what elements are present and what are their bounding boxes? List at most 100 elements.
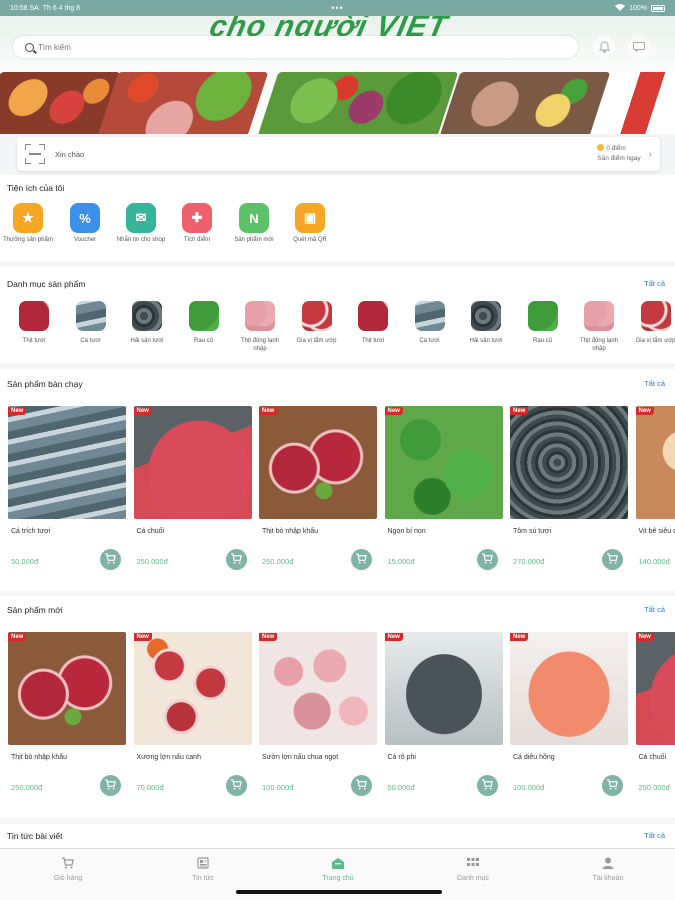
add-to-cart-button[interactable]: [225, 775, 247, 796]
category-label: Hải sản tươi: [130, 338, 164, 344]
message-icon[interactable]: [628, 36, 650, 58]
categories-see-all[interactable]: Tất cả: [644, 279, 665, 288]
news-see-all[interactable]: Tất cả: [644, 831, 665, 840]
add-to-cart-button[interactable]: [351, 775, 372, 796]
greeting-card[interactable]: Xin chào 0 điểm Săn điểm ngay ›: [17, 137, 660, 171]
category-item[interactable]: Rau củ: [179, 301, 229, 346]
category-item[interactable]: Rau củ: [518, 301, 568, 346]
utility-1[interactable]: % Voucher: [60, 203, 110, 244]
qr-scan-icon[interactable]: [25, 144, 45, 164]
product-card[interactable]: New Thịt bò nhập khẩu 250.000đ: [8, 632, 126, 810]
points-link[interactable]: Săn điểm ngay: [597, 154, 640, 164]
multitask-dots[interactable]: •••: [331, 3, 343, 13]
product-name[interactable]: Ngọn bí non: [388, 528, 426, 535]
new-badge: New: [384, 407, 403, 415]
product-card[interactable]: New Cá chuối 250.000đ: [635, 632, 675, 810]
product-image[interactable]: [384, 632, 503, 745]
utility-0[interactable]: ★ Thưởng sản phẩm: [3, 203, 53, 244]
hero-banner[interactable]: cho người VIỆT: [0, 16, 675, 134]
utility-4[interactable]: N Sản phẩm mới: [229, 203, 279, 244]
product-card[interactable]: New Cá chuối 250.000đ: [133, 406, 252, 584]
product-card[interactable]: New Cá rô phi 50.000đ: [384, 632, 503, 810]
category-item[interactable]: Hải sản tươi: [461, 301, 511, 346]
home-indicator[interactable]: [236, 890, 442, 894]
add-to-cart-button[interactable]: [476, 549, 498, 570]
category-image: [132, 301, 162, 331]
product-card[interactable]: New Cá trích tươi 50.000đ: [8, 406, 126, 584]
search-input[interactable]: [38, 42, 518, 52]
category-item[interactable]: Cá tươi: [66, 301, 116, 346]
utilities-title: Tiện ích của tôi: [7, 183, 65, 193]
product-card[interactable]: New Xương lợn nấu canh 70.000đ: [133, 632, 252, 810]
tab-categories[interactable]: Danh mục: [433, 855, 513, 882]
utility-3[interactable]: ✚ Tích điểm: [172, 203, 222, 244]
product-name[interactable]: Tôm sú tươi: [513, 528, 551, 535]
add-to-cart-button[interactable]: [351, 549, 372, 570]
category-item[interactable]: Thịt tươi: [348, 301, 398, 346]
product-name[interactable]: Xương lợn nấu canh: [137, 754, 201, 761]
category-label: Thịt tươi: [22, 338, 46, 344]
product-name[interactable]: Cá chuối: [639, 754, 667, 761]
category-item[interactable]: Gia vị tẩm ướp: [292, 301, 342, 346]
utility-2[interactable]: ✉ Nhắn tin cho shop: [116, 203, 166, 244]
product-image[interactable]: [8, 632, 126, 745]
product-card[interactable]: New Sườn lợn nấu chua ngọt 100.000đ: [259, 632, 377, 810]
category-item[interactable]: Cá tươi: [405, 301, 455, 346]
product-image[interactable]: [259, 406, 377, 519]
product-name[interactable]: Vịt bê siêu căn: [639, 528, 675, 535]
product-card[interactable]: New Cá diêu hồng 100.000đ: [510, 632, 628, 810]
product-name[interactable]: Sườn lợn nấu chua ngọt: [262, 754, 338, 761]
chevron-right-icon[interactable]: ›: [649, 149, 652, 160]
category-item[interactable]: Hải sản tươi: [122, 301, 172, 346]
category-item[interactable]: Gia vị tẩm ướp: [631, 301, 675, 346]
product-card[interactable]: New Vịt bê siêu căn 140.000đ: [635, 406, 675, 584]
product-name[interactable]: Cá diêu hồng: [513, 754, 555, 761]
category-image: [527, 301, 558, 331]
product-image[interactable]: [259, 632, 377, 745]
add-to-cart-button[interactable]: [602, 549, 623, 570]
product-image[interactable]: [510, 406, 628, 519]
product-card[interactable]: New Thịt bò nhập khẩu 250.000đ: [259, 406, 377, 584]
add-to-cart-button[interactable]: [225, 549, 247, 570]
product-name[interactable]: Thịt bò nhập khẩu: [262, 528, 318, 535]
category-label: Cá tươi: [80, 338, 101, 344]
product-image[interactable]: [384, 406, 503, 519]
product-name[interactable]: Cá rô phi: [388, 754, 416, 761]
category-item[interactable]: Thịt đông lạnh nhập: [574, 301, 624, 353]
product-card[interactable]: New Tôm sú tươi 270.000đ: [510, 406, 628, 584]
category-image: [75, 301, 106, 331]
product-image[interactable]: [8, 406, 126, 519]
home-icon: [298, 855, 378, 871]
new-badge: New: [510, 407, 529, 415]
new-badge: New: [259, 407, 278, 415]
category-item[interactable]: Thịt tươi: [9, 301, 59, 346]
notification-bell-icon[interactable]: [593, 36, 615, 58]
new-products-see-all[interactable]: Tất cả: [644, 605, 665, 614]
search-bar[interactable]: [13, 36, 578, 58]
product-price: 50.000đ: [11, 557, 39, 566]
new-badge: New: [8, 407, 27, 415]
product-name[interactable]: Cá chuối: [137, 528, 165, 535]
utility-5[interactable]: ▣ Quét mã QR: [285, 203, 335, 244]
product-image[interactable]: [133, 632, 252, 745]
product-price: 70.000đ: [136, 783, 164, 792]
product-image[interactable]: [510, 632, 628, 745]
tab-account[interactable]: Tài khoản: [568, 855, 648, 882]
add-to-cart-button[interactable]: [602, 775, 623, 796]
add-to-cart-button[interactable]: [100, 775, 121, 796]
product-card[interactable]: New Ngọn bí non 15.000đ: [384, 406, 503, 584]
product-image[interactable]: [133, 406, 252, 519]
new-badge: New: [259, 633, 278, 641]
best-sellers-see-all[interactable]: Tất cả: [644, 379, 665, 388]
points-block[interactable]: 0 điểm Săn điểm ngay: [597, 144, 641, 164]
add-to-cart-button[interactable]: [476, 775, 498, 796]
add-to-cart-button[interactable]: [100, 549, 121, 570]
category-item[interactable]: Thịt đông lạnh nhập: [235, 301, 285, 353]
product-name[interactable]: Thịt bò nhập khẩu: [11, 754, 67, 761]
product-image[interactable]: [635, 406, 675, 519]
product-name[interactable]: Cá trích tươi: [11, 528, 50, 535]
tab-cart[interactable]: Giỏ hàng: [28, 855, 108, 882]
tab-home[interactable]: Trang chủ: [298, 855, 378, 882]
product-image[interactable]: [635, 632, 675, 745]
tab-news[interactable]: Tin tức: [163, 855, 243, 882]
